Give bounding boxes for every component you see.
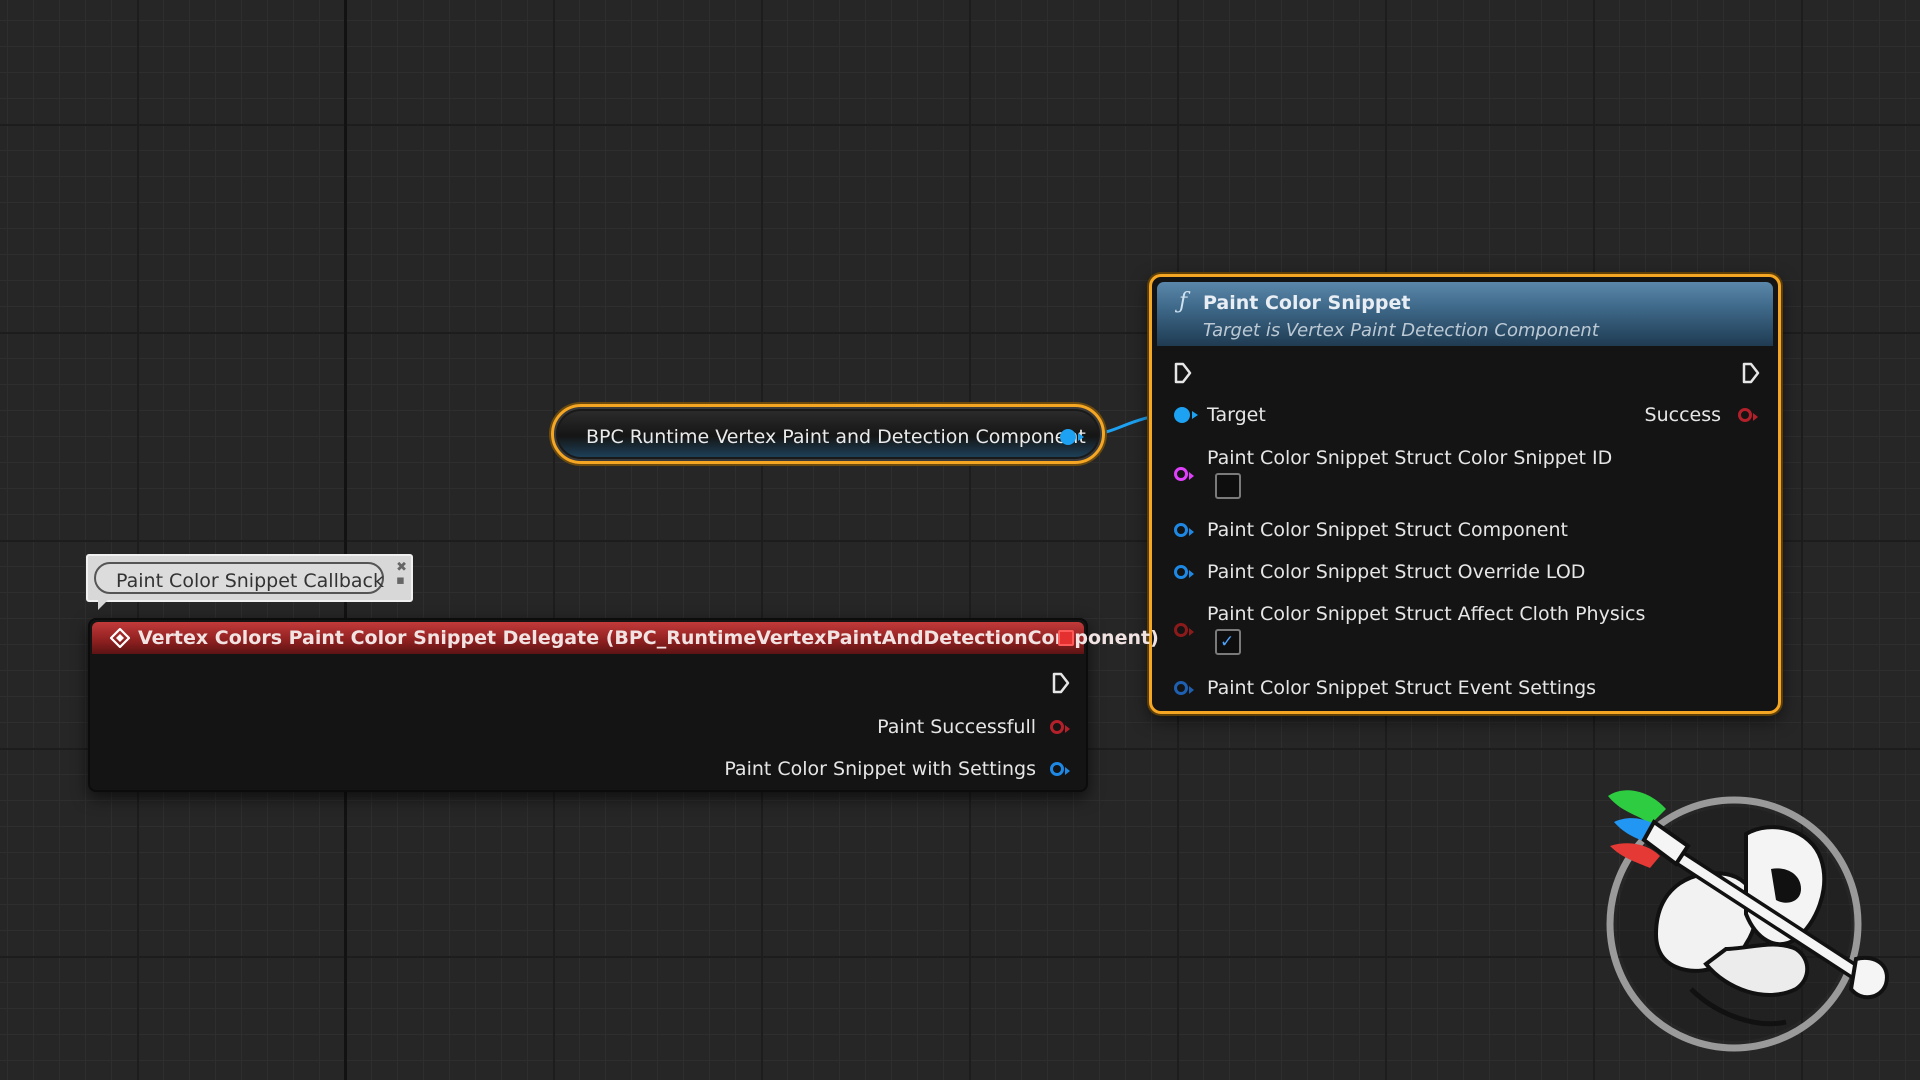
delegate-event-node[interactable]: Vertex Colors Paint Color Snippet Delega… [88,618,1159,792]
event-node-title: Vertex Colors Paint Color Snippet Delega… [138,627,1159,649]
struct-component-pin[interactable] [1174,523,1194,537]
event-exec-out-pin-icon[interactable] [1052,672,1070,694]
event-settings-pin[interactable] [1174,681,1194,695]
color-snippet-id-label: Paint Color Snippet Struct Color Snippet… [1207,447,1613,469]
function-icon: ƒ [1179,289,1188,314]
color-snippet-id-pin[interactable] [1174,467,1194,481]
snippet-with-settings-pin[interactable] [1050,762,1070,776]
paint-successfull-label: Paint Successfull [877,716,1036,738]
affect-cloth-physics-pin[interactable] [1174,623,1194,637]
getter-node-label: BPC Runtime Vertex Paint and Detection C… [586,426,1086,448]
function-node-title: Paint Color Snippet [1203,292,1411,314]
exec-out-pin-icon[interactable] [1742,362,1760,384]
success-pin-label: Success [1644,404,1721,426]
function-node-subtitle: Target is Vertex Paint Detection Compone… [1203,320,1599,341]
component-getter-node[interactable]: BPC Runtime Vertex Paint and Detection C… [551,404,1105,464]
paint-color-snippet-node[interactable]: ƒ Paint Color Snippet Target is Vertex P… [1149,274,1781,714]
delegate-pin-icon[interactable] [1058,630,1074,646]
comment-pill[interactable]: Paint Color Snippet Callback [94,562,384,594]
exec-in-pin-icon[interactable] [1174,362,1192,384]
struct-component-label: Paint Color Snippet Struct Component [1207,519,1568,541]
snippet-with-settings-label: Paint Color Snippet with Settings [724,758,1036,780]
function-node-header: ƒ Paint Color Snippet Target is Vertex P… [1157,282,1773,346]
plugin-logo-icon [1606,790,1889,1052]
color-snippet-id-field[interactable] [1215,473,1241,499]
success-output-pin[interactable] [1738,408,1758,422]
target-pin-label: Target [1207,404,1266,426]
affect-cloth-physics-checkbox[interactable]: ✓ [1215,629,1241,655]
event-settings-label: Paint Color Snippet Struct Event Setting… [1207,677,1597,699]
comment-bubble[interactable]: Paint Color Snippet Callback ✖ ▪ [86,554,413,610]
checkmark-icon: ✓ [1220,632,1235,652]
paint-successfull-pin[interactable] [1050,720,1070,734]
affect-cloth-physics-label: Paint Color Snippet Struct Affect Cloth … [1207,603,1646,625]
comment-text: Paint Color Snippet Callback [116,570,385,592]
event-icon [110,628,130,648]
target-input-pin[interactable] [1174,407,1198,423]
pin-comment-icon[interactable]: ✖ ▪ [396,561,407,587]
getter-output-pin[interactable] [1060,429,1084,445]
override-lod-label: Paint Color Snippet Struct Override LOD [1207,561,1586,583]
event-node-header: Vertex Colors Paint Color Snippet Delega… [92,622,1159,654]
override-lod-pin[interactable] [1174,565,1194,579]
